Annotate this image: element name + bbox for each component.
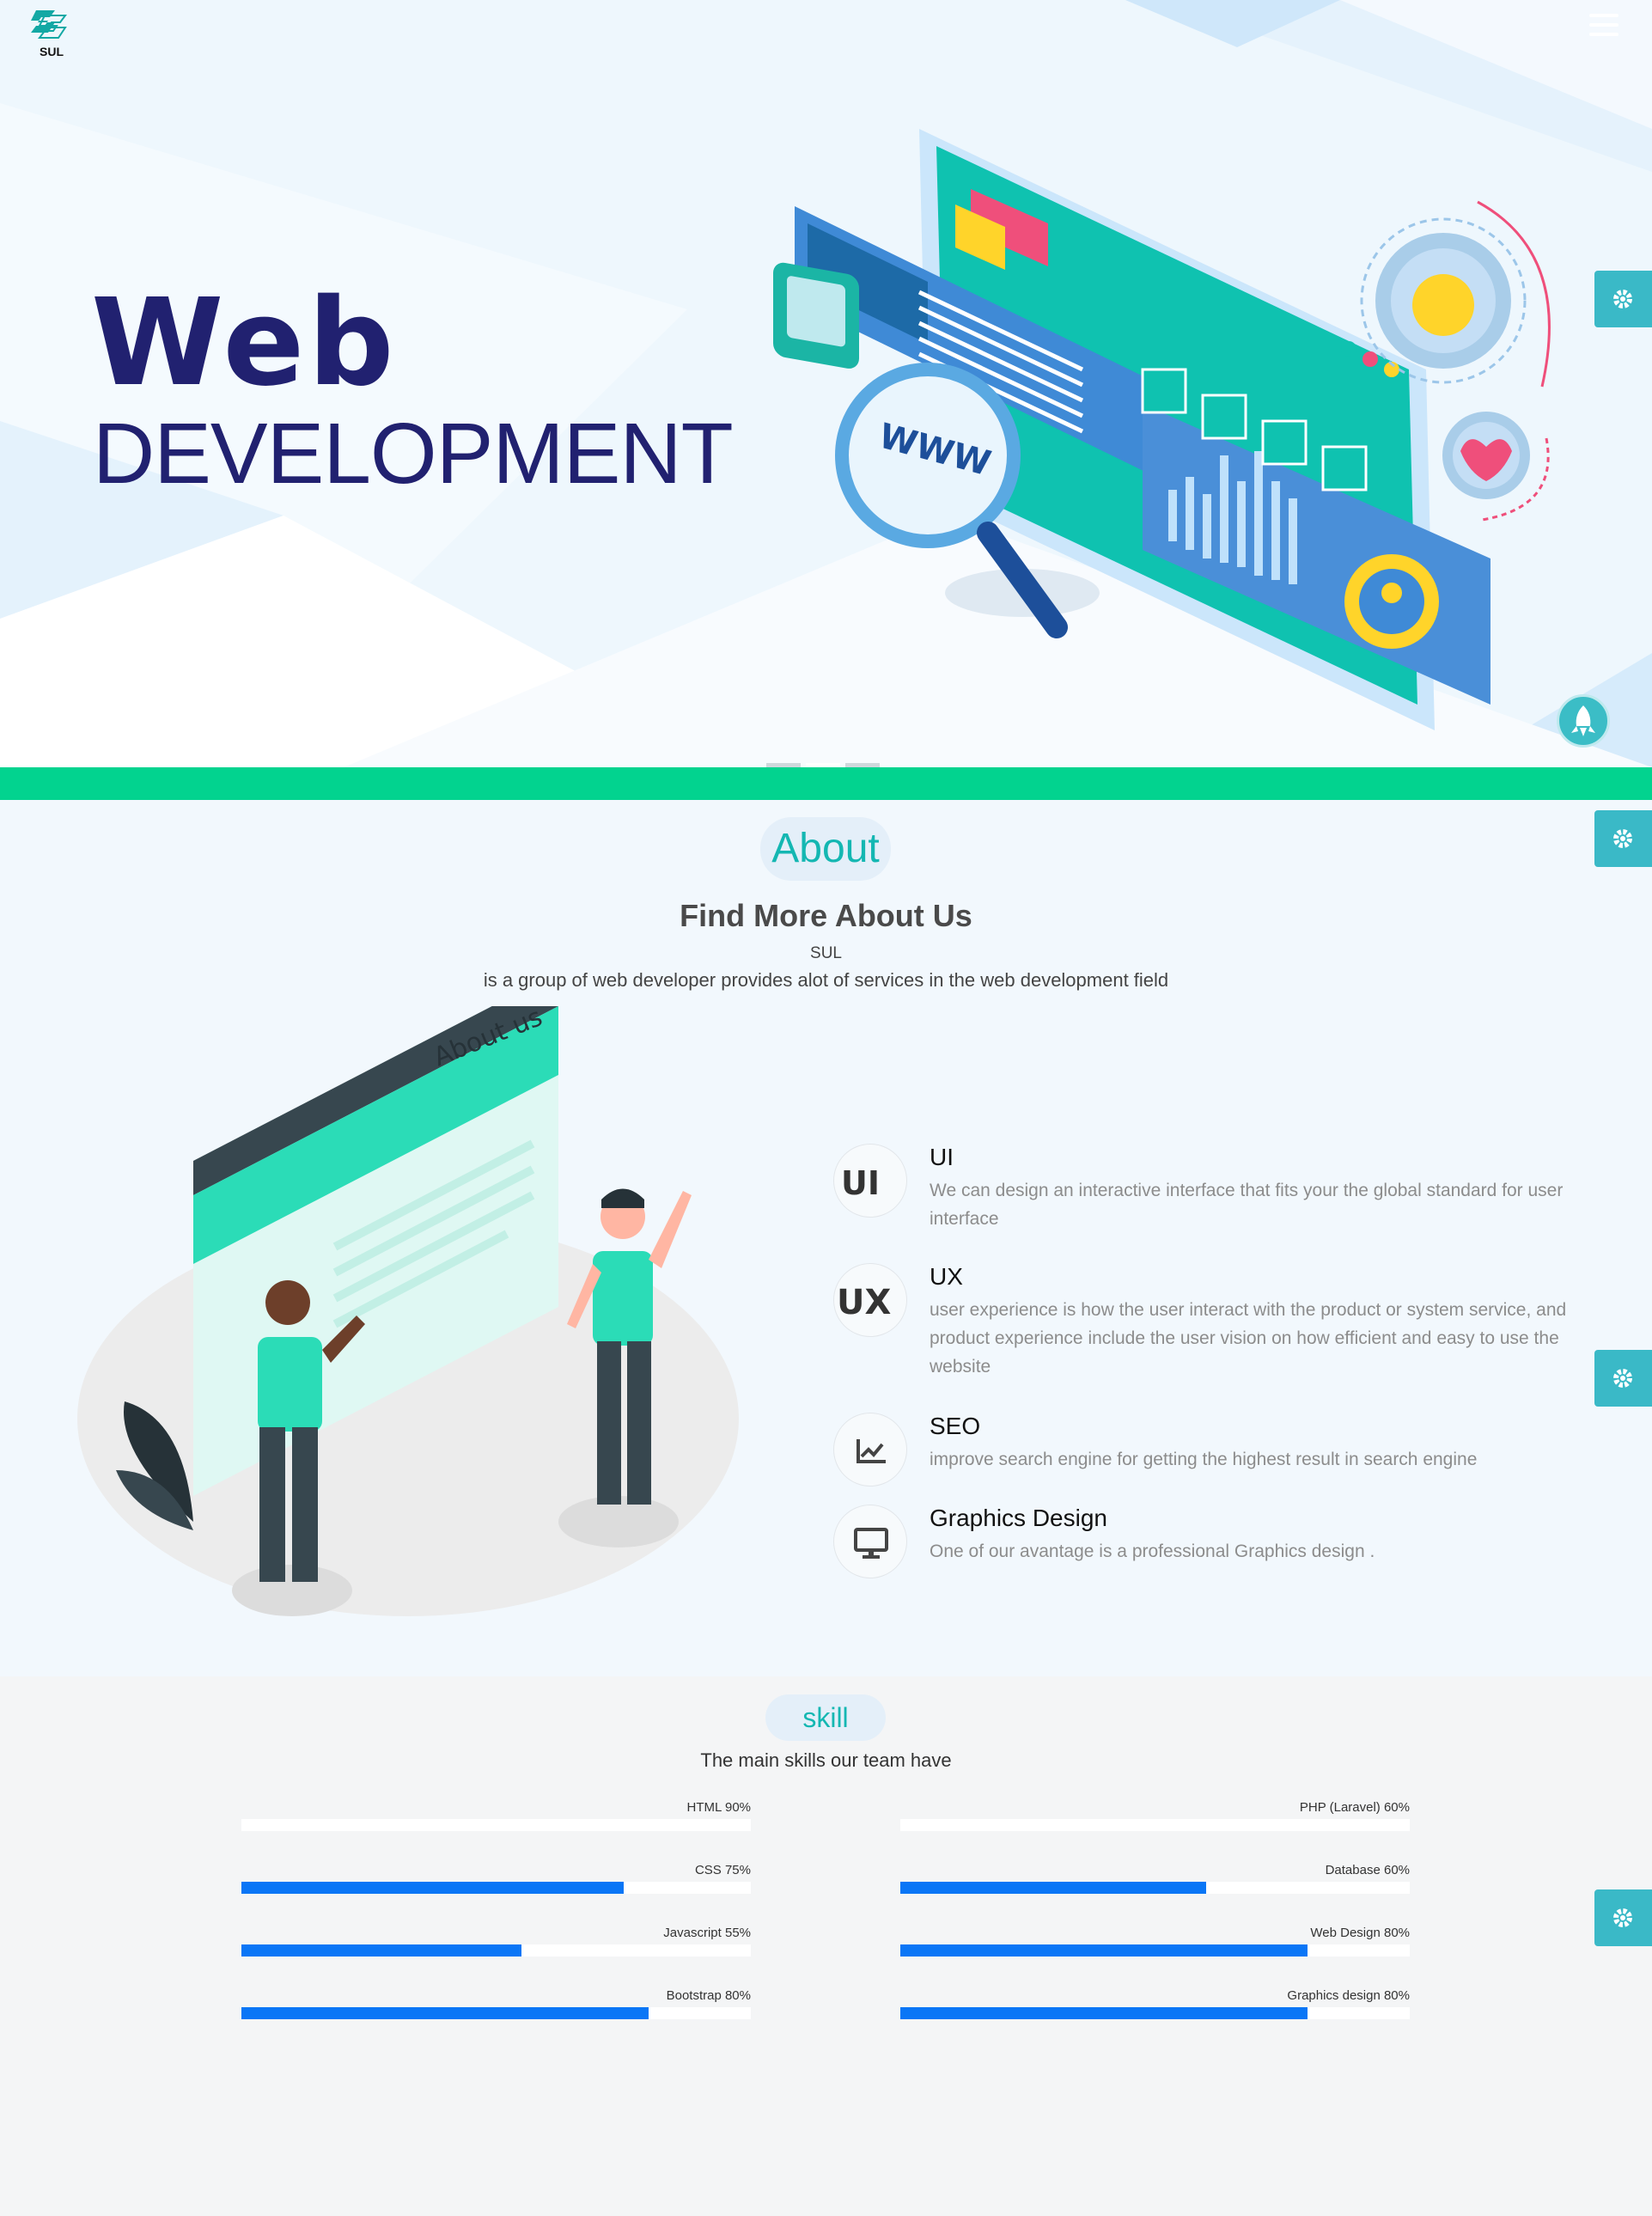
skill-bar-item: Graphics design 80% xyxy=(900,1987,1410,2019)
gear-icon xyxy=(1613,290,1632,308)
ux-icon: UX xyxy=(833,1263,907,1337)
section-divider-band xyxy=(0,767,1652,800)
skill-bar-track xyxy=(241,1944,751,1957)
about-us-illustration: About us xyxy=(77,1006,739,1616)
svg-text:UI: UI xyxy=(841,1164,880,1202)
svg-text:UX: UX xyxy=(837,1283,891,1322)
service-title: UI xyxy=(930,1144,954,1170)
skill-bar-label: CSS 75% xyxy=(694,1863,751,1877)
skill-bar-label: Javascript 55% xyxy=(663,1926,751,1940)
brand-logo[interactable]: SUL xyxy=(29,7,74,60)
skill-bar-item: Web Design 80% xyxy=(900,1924,1410,1957)
skill-bar-fill xyxy=(900,1882,1206,1894)
rocket-icon xyxy=(1571,705,1595,736)
hero-title: Web xyxy=(91,273,398,413)
skill-bar-track xyxy=(241,1882,751,1894)
skill-bar-item: Database 60% xyxy=(900,1861,1410,1894)
skill-bar-track xyxy=(241,1819,751,1831)
skill-bar-label: Web Design 80% xyxy=(1310,1926,1410,1940)
service-title: SEO xyxy=(930,1413,981,1439)
settings-gear-tab[interactable] xyxy=(1594,1889,1652,1946)
service-text: user experience is how the user interact… xyxy=(930,1300,1567,1377)
skill-bar-track xyxy=(900,2007,1410,2019)
skill-bar-label: Bootstrap 80% xyxy=(666,1988,751,2003)
hero-section: SUL Web DEVELOPMENT WWW xyxy=(0,0,1652,767)
skill-bar-label: Graphics design 80% xyxy=(1287,1988,1410,2003)
service-title: Graphics Design xyxy=(930,1505,1107,1531)
scroll-top-rocket-button[interactable] xyxy=(1557,694,1610,748)
monitor-icon xyxy=(833,1505,907,1578)
skill-bar-track xyxy=(900,1944,1410,1957)
skill-bar-item: Bootstrap 80% xyxy=(241,1987,751,2019)
skill-bar-track xyxy=(900,1819,1410,1831)
gear-icon xyxy=(1613,1908,1632,1927)
skill-bar-item: CSS 75% xyxy=(241,1861,751,1894)
settings-gear-tab[interactable] xyxy=(1594,1350,1652,1407)
skill-bar-track xyxy=(900,1882,1410,1894)
web-development-illustration: WWW xyxy=(773,129,1551,730)
gear-icon xyxy=(1613,1369,1632,1388)
skill-bar-track xyxy=(241,2007,751,2019)
skill-bar-fill xyxy=(900,1944,1308,1957)
hamburger-menu-icon[interactable] xyxy=(1589,14,1618,40)
skill-bar-label: HTML 90% xyxy=(686,1800,751,1815)
about-section: About Find More About Us SUL is a group … xyxy=(0,800,1652,1676)
settings-gear-tab[interactable] xyxy=(1594,271,1652,327)
skill-bar-item: HTML 90% xyxy=(241,1798,751,1831)
service-title: UX xyxy=(930,1263,963,1290)
skill-bar-item: PHP (Laravel) 60% xyxy=(900,1798,1410,1831)
service-text: We can design an interactive interface t… xyxy=(930,1181,1564,1229)
service-text: One of our avantage is a professional Gr… xyxy=(930,1541,1375,1561)
chart-icon xyxy=(833,1413,907,1486)
service-text: improve search engine for getting the hi… xyxy=(930,1450,1478,1469)
skill-bar-fill xyxy=(900,2007,1308,2019)
about-section-label: About xyxy=(760,817,891,881)
hero-subtitle: DEVELOPMENT xyxy=(93,406,734,502)
about-company-name: SUL xyxy=(810,944,842,962)
skill-subtitle: The main skills our team have xyxy=(700,1749,952,1771)
gear-icon xyxy=(1613,829,1632,848)
skill-bar-fill xyxy=(241,1944,522,1957)
settings-gear-tab[interactable] xyxy=(1594,810,1652,867)
skill-bar-fill xyxy=(241,2007,649,2019)
skill-bar-item: Javascript 55% xyxy=(241,1924,751,1957)
skill-section-label: skill xyxy=(765,1694,886,1741)
skill-bar-label: PHP (Laravel) 60% xyxy=(1299,1800,1410,1815)
skill-bar-fill xyxy=(241,1882,624,1894)
ui-icon: UI xyxy=(833,1144,907,1218)
skill-bar-label: Database 60% xyxy=(1325,1863,1410,1877)
skill-section: skill The main skills our team have HTML… xyxy=(0,1676,1652,2216)
brand-name: SUL xyxy=(40,45,64,58)
about-description: is a group of web developer provides alo… xyxy=(483,969,1169,991)
about-heading: Find More About Us xyxy=(680,898,972,933)
